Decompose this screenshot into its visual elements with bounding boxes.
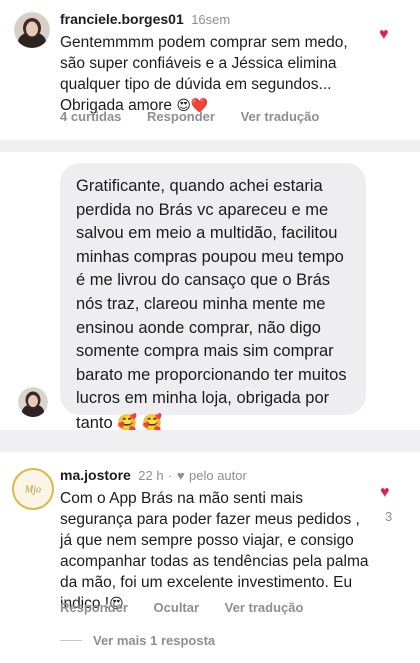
- message-bubble: Gratificante, quando achei estaria perdi…: [60, 163, 366, 432]
- message-thread: Gratificante, quando achei estaria perdi…: [0, 152, 420, 432]
- view-more-replies-button[interactable]: Ver mais 1 resposta: [93, 633, 215, 648]
- comment-body: Com o App Brás na mão senti mais seguran…: [60, 490, 369, 612]
- comment-time: 22 h: [138, 468, 164, 483]
- message-text: Gratificante, quando achei estaria perdi…: [76, 177, 347, 432]
- comment-actions: Responder Ocultar Ver tradução: [60, 600, 325, 615]
- comment-actions: 4 curtidas Responder Ver tradução: [60, 109, 341, 124]
- likes-count[interactable]: 4 curtidas: [60, 109, 121, 124]
- comment-body: Gentemmmm podem comprar sem medo, são su…: [60, 34, 348, 114]
- heart-icon: ♥: [176, 468, 185, 483]
- separator: [0, 430, 420, 452]
- comment-username[interactable]: franciele.borges01: [60, 11, 184, 27]
- comment-time: 16sem: [191, 12, 231, 27]
- reply-button[interactable]: Responder: [147, 109, 215, 124]
- heart-icon[interactable]: ♥: [380, 485, 390, 501]
- comment-franciele: franciele.borges01 16sem Gentemmmm podem…: [0, 0, 420, 140]
- avatar[interactable]: [14, 12, 50, 48]
- avatar[interactable]: [18, 387, 48, 417]
- like-count: 3: [385, 509, 393, 524]
- heart-icon[interactable]: ♥: [379, 27, 389, 43]
- translate-button[interactable]: Ver tradução: [225, 600, 304, 615]
- translate-button[interactable]: Ver tradução: [241, 109, 320, 124]
- comment-username[interactable]: ma.jostore: [60, 467, 131, 483]
- separator: [0, 140, 420, 152]
- separator-dot: ·: [168, 468, 173, 483]
- comment-majostore: Mjo ma.jostore 22 h · ♥ pelo autor Com o…: [0, 452, 420, 663]
- by-author-label: pelo autor: [189, 468, 247, 483]
- divider: [60, 640, 82, 641]
- avatar[interactable]: Mjo: [12, 468, 54, 510]
- hide-button[interactable]: Ocultar: [154, 600, 200, 615]
- reply-button[interactable]: Responder: [60, 600, 128, 615]
- svg-text:Mjo: Mjo: [24, 485, 41, 496]
